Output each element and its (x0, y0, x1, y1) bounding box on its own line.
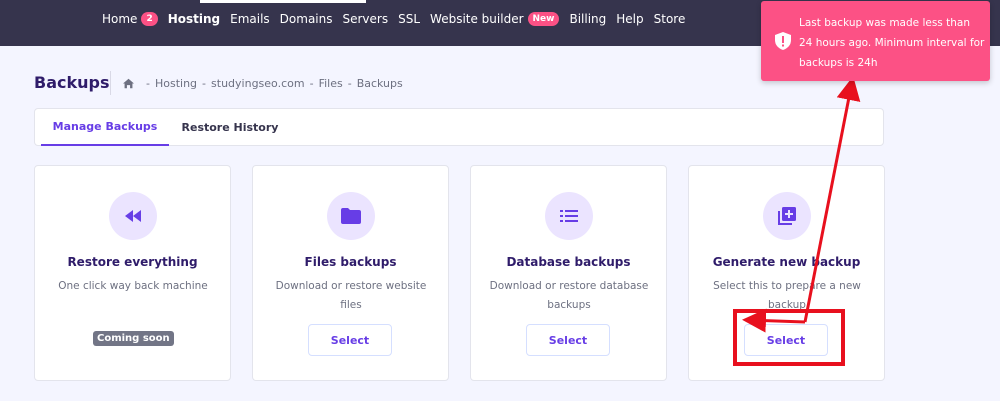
nav-item-ssl[interactable]: SSL (398, 12, 420, 26)
nav-item-website-builder[interactable]: Website builder New (430, 12, 560, 26)
database-select-button[interactable]: Select (526, 324, 610, 356)
nav-item-label: Website builder (430, 12, 524, 26)
nav-item-domains[interactable]: Domains (280, 12, 333, 26)
breadcrumb-backups: Backups (356, 77, 403, 90)
nav-item-billing[interactable]: Billing (569, 12, 606, 26)
nav-item-label: Servers (342, 12, 389, 26)
breadcrumb-files[interactable]: Files (319, 77, 343, 90)
icon-circle (327, 192, 375, 240)
page-title: Backups (34, 73, 110, 92)
home-icon[interactable] (122, 78, 135, 89)
nav-item-servers[interactable]: Servers (343, 12, 389, 26)
card-description: Download or restore database backups (489, 280, 649, 311)
rewind-icon (125, 210, 141, 222)
icon-circle (109, 192, 157, 240)
nav-item-label: Hosting (167, 12, 221, 26)
nav-item-label: Emails (230, 12, 270, 26)
list-icon (560, 210, 578, 222)
toast-message: Last backup was made less than 24 hours … (799, 17, 985, 69)
main-nav: Home 2 Hosting Emails Domains Servers SS… (102, 12, 695, 26)
shield-alert-icon (775, 32, 791, 50)
files-select-button[interactable]: Select (308, 324, 392, 356)
nav-item-emails[interactable]: Emails (230, 12, 270, 26)
nav-item-hosting[interactable]: Hosting (168, 12, 220, 26)
card-description: Download or restore website files (275, 280, 427, 311)
new-badge: New (527, 12, 560, 26)
card-restore-everything: Restore everything One click way back ma… (34, 165, 231, 381)
tab-restore-history[interactable]: Restore History (175, 109, 285, 146)
add-box-icon (778, 207, 796, 225)
breadcrumb-separator: - (309, 77, 314, 90)
card-title: Generate new backup (712, 255, 861, 269)
nav-item-help[interactable]: Help (616, 12, 643, 26)
breadcrumb-separator: - (146, 77, 150, 90)
nav-item-label: Domains (279, 12, 333, 26)
card-files-backups: Files backups Download or restore websit… (252, 165, 449, 381)
card-database-backups: Database backups Download or restore dat… (470, 165, 667, 381)
title-divider (110, 71, 111, 95)
nav-item-label: Store (653, 12, 686, 26)
card-title: Database backups (506, 255, 631, 269)
breadcrumb-separator: - (202, 77, 207, 90)
card-title: Restore everything (67, 255, 198, 269)
card-description: One click way back machine (58, 280, 208, 292)
icon-circle (763, 192, 811, 240)
breadcrumb-domain[interactable]: studyingseo.com (211, 77, 305, 90)
coming-soon-badge: Coming soon (93, 331, 174, 346)
tab-manage-backups[interactable]: Manage Backups (41, 109, 169, 146)
folder-icon (341, 208, 361, 224)
nav-item-store[interactable]: Store (654, 12, 686, 26)
annotation-highlight-box (733, 309, 845, 366)
error-toast: Last backup was made less than 24 hours … (761, 1, 990, 81)
backup-tabs: Manage Backups Restore History (34, 108, 884, 146)
breadcrumb-separator: - (347, 77, 352, 90)
nav-item-home[interactable]: Home 2 (102, 12, 158, 26)
breadcrumb: - Hosting - studyingseo.com - Files - Ba… (122, 77, 403, 90)
notification-count-badge: 2 (141, 12, 158, 26)
card-title: Files backups (304, 255, 397, 269)
nav-item-label: Home (102, 12, 138, 26)
nav-item-label: SSL (398, 12, 421, 26)
nav-item-label: Help (616, 12, 644, 26)
breadcrumb-hosting[interactable]: Hosting (155, 77, 197, 90)
topbar-notch (200, 0, 366, 3)
icon-circle (545, 192, 593, 240)
nav-item-label: Billing (569, 12, 607, 26)
